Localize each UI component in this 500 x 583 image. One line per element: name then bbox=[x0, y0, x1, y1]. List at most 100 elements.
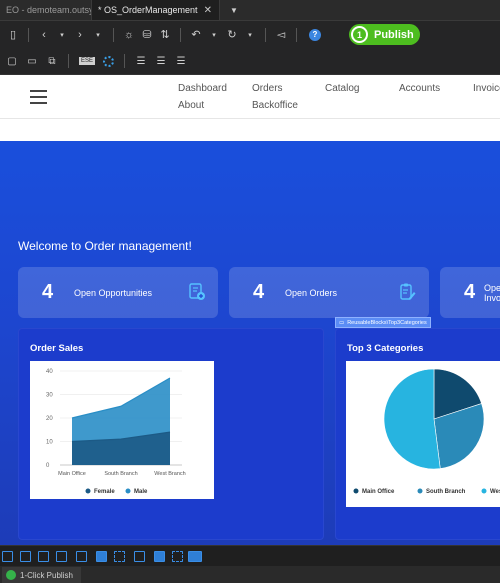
broadcast-icon[interactable]: ◅ bbox=[272, 28, 290, 41]
tab-list-dropdown[interactable]: ▼ bbox=[220, 0, 248, 20]
order-sales-panel[interactable]: Order Sales 0 10 20 30 40 Main Office South Br… bbox=[18, 328, 324, 540]
welcome-heading: Welcome to Order management! bbox=[18, 239, 192, 253]
kpi-card-invoices[interactable]: 4 Open Invoices bbox=[440, 267, 500, 318]
tab-demoteam[interactable]: EO - demoteam.outsys bbox=[0, 0, 92, 20]
publish-button[interactable]: 1 Publish bbox=[349, 24, 420, 45]
widget-tool-icon[interactable] bbox=[188, 551, 202, 562]
y-tick-label: 10 bbox=[46, 440, 53, 446]
toolbar-divider bbox=[265, 27, 266, 42]
toolbar-divider bbox=[296, 27, 297, 42]
widget-tool-icon[interactable] bbox=[96, 551, 107, 562]
top3-categories-panel[interactable]: Top 3 Categories Main Office South Branch… bbox=[335, 328, 500, 540]
widget-tool-icon[interactable] bbox=[172, 551, 183, 562]
debug-icon[interactable]: ☼ bbox=[120, 29, 138, 41]
kpi-label: Open Invoices bbox=[484, 282, 500, 303]
kpi-label: Open Opportunities bbox=[74, 287, 153, 298]
publish-label: Publish bbox=[374, 28, 414, 41]
main-toolbar: ▯ ‹ ▾ › ▾ ☼ ⛁ ⇅ ↶ ▾ ↻ ▾ ◅ ? bbox=[0, 21, 500, 48]
tooltip-label: ReusableBlocks\Top3Categories bbox=[347, 319, 427, 326]
legend-marker bbox=[85, 488, 91, 494]
panel-title: Top 3 Categories bbox=[347, 343, 424, 354]
legend-label: South Branch bbox=[426, 489, 466, 495]
widget-tool-icon[interactable] bbox=[20, 551, 31, 562]
align-center-icon[interactable]: ☰ bbox=[151, 56, 171, 67]
kpi-value: 4 bbox=[464, 281, 476, 303]
kpi-value: 4 bbox=[42, 281, 54, 303]
ide-window: EO - demoteam.outsys * OS_OrderManagemen… bbox=[0, 0, 500, 583]
back-icon[interactable]: ‹ bbox=[35, 29, 53, 41]
chevron-down-icon[interactable]: ▾ bbox=[205, 31, 223, 39]
y-tick-label: 0 bbox=[46, 463, 50, 469]
nav-invoices[interactable]: Invoices bbox=[473, 83, 500, 94]
help-icon[interactable]: ? bbox=[309, 28, 321, 41]
legend-marker bbox=[353, 488, 359, 494]
redo-icon[interactable]: ↻ bbox=[223, 28, 241, 41]
toolbar-divider bbox=[113, 27, 114, 42]
nav-catalog[interactable]: Catalog bbox=[325, 83, 359, 94]
align-left-icon[interactable]: ☰ bbox=[131, 56, 151, 67]
document-add-icon bbox=[189, 283, 205, 300]
header-strip bbox=[0, 119, 500, 141]
bookmark-icon[interactable]: ▢ bbox=[2, 56, 22, 67]
tab-label: * OS_OrderManagement bbox=[98, 5, 198, 15]
check-icon bbox=[6, 570, 16, 580]
menu-icon[interactable] bbox=[30, 90, 47, 108]
widget-tool-icon[interactable] bbox=[56, 551, 67, 562]
tab-label: EO - demoteam.outsys bbox=[6, 5, 92, 15]
window-icon[interactable]: ▭ bbox=[22, 56, 42, 67]
toolbar-divider bbox=[124, 54, 126, 68]
toolbar-icon[interactable]: ▯ bbox=[4, 28, 22, 41]
close-icon[interactable]: ✕ bbox=[204, 5, 212, 16]
nav-accounts[interactable]: Accounts bbox=[399, 83, 440, 94]
chevron-down-icon[interactable]: ▾ bbox=[89, 31, 107, 39]
toolbar-divider bbox=[28, 27, 29, 42]
widget-tool-icon[interactable] bbox=[76, 551, 87, 562]
legend-label: West Branch bbox=[490, 489, 500, 495]
kpi-card-orders[interactable]: 4 Open Orders bbox=[229, 267, 429, 318]
nav-orders[interactable]: Orders bbox=[252, 83, 283, 94]
legend-label: Main Office bbox=[362, 489, 395, 495]
widget-tool-icon[interactable] bbox=[134, 551, 145, 562]
widget-path-tooltip: ▭ ReusableBlocks\Top3Categories bbox=[335, 317, 431, 328]
merge-icon[interactable]: ⇅ bbox=[156, 28, 174, 41]
pie-chart-container: Main Office South Branch West Branch bbox=[346, 361, 500, 507]
legend-marker bbox=[125, 488, 131, 494]
tab-bar: EO - demoteam.outsys * OS_OrderManagemen… bbox=[0, 0, 500, 21]
status-bar: 1-Click Publish bbox=[0, 566, 500, 583]
tab-os-ordermanagement[interactable]: * OS_OrderManagement ✕ bbox=[92, 0, 220, 20]
kpi-label: Open Orders bbox=[285, 287, 338, 298]
widget-tool-icon[interactable] bbox=[154, 551, 165, 562]
pie-slice-west-branch bbox=[383, 368, 441, 470]
panel-title: Order Sales bbox=[30, 343, 84, 354]
design-canvas[interactable]: Dashboard Orders Catalog Accounts Invoic… bbox=[0, 75, 500, 545]
chevron-down-icon[interactable]: ▾ bbox=[241, 31, 259, 39]
widget-tool-icon[interactable] bbox=[114, 551, 125, 562]
nav-dashboard[interactable]: Dashboard bbox=[178, 83, 227, 94]
ese-badge[interactable]: ESE bbox=[79, 57, 96, 65]
widget-tool-icon[interactable] bbox=[2, 551, 13, 562]
chevron-down-icon[interactable]: ▾ bbox=[53, 31, 71, 39]
nav-about[interactable]: About bbox=[178, 100, 204, 111]
kpi-value: 4 bbox=[253, 281, 265, 303]
x-tick-label: South Branch bbox=[104, 471, 137, 477]
undo-icon[interactable]: ↶ bbox=[187, 28, 205, 41]
format-toolbar: ▢ ▭ ⧉ ESE ☰ ☰ ☰ bbox=[0, 48, 500, 75]
layers-icon[interactable]: ⧉ bbox=[42, 56, 62, 67]
one-click-publish-tab[interactable]: 1-Click Publish bbox=[2, 567, 81, 583]
app-header: Dashboard Orders Catalog Accounts Invoic… bbox=[0, 75, 500, 119]
database-icon[interactable]: ⛁ bbox=[138, 28, 156, 41]
kpi-card-opportunities[interactable]: 4 Open Opportunities bbox=[18, 267, 218, 318]
widget-tool-icon[interactable] bbox=[38, 551, 49, 562]
forward-icon[interactable]: › bbox=[71, 29, 89, 41]
loading-icon[interactable] bbox=[103, 55, 115, 67]
toolbar-divider bbox=[68, 54, 69, 68]
y-tick-label: 40 bbox=[46, 369, 53, 375]
widget-toolbar bbox=[0, 545, 500, 566]
y-tick-label: 30 bbox=[46, 393, 53, 399]
nav-backoffice[interactable]: Backoffice bbox=[252, 100, 298, 111]
y-tick-label: 20 bbox=[46, 416, 53, 422]
status-label: 1-Click Publish bbox=[20, 570, 73, 580]
align-right-icon[interactable]: ☰ bbox=[171, 56, 191, 67]
document-edit-icon bbox=[400, 283, 416, 300]
area-chart: 0 10 20 30 40 Main Office South Branch West Bra… bbox=[46, 369, 186, 495]
